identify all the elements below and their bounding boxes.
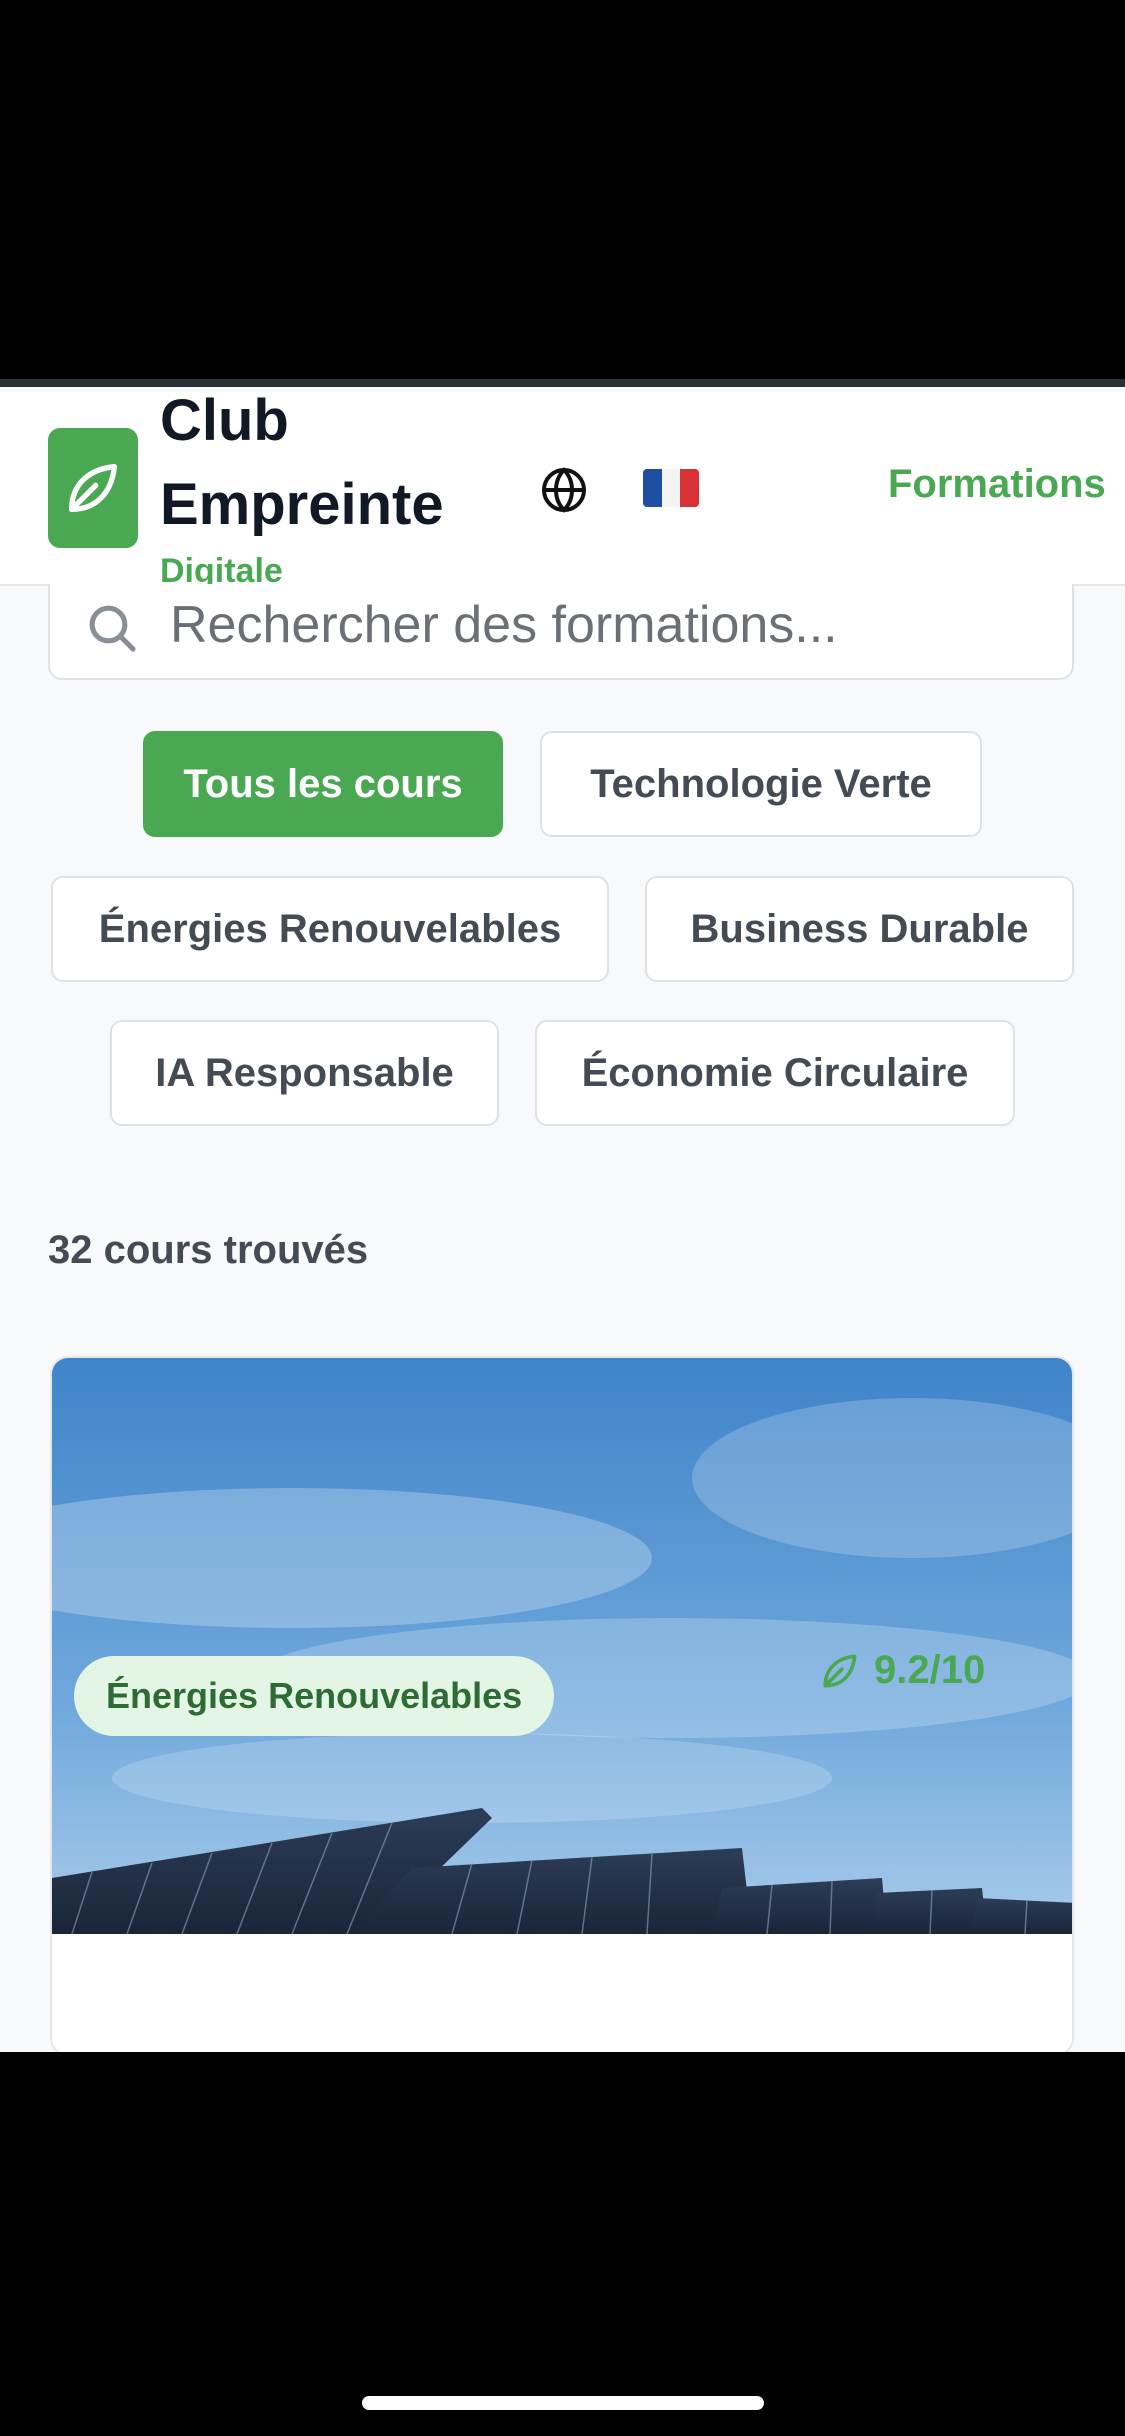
brand-name-line2: Empreinte xyxy=(160,472,444,537)
language-flag-fr[interactable] xyxy=(643,469,699,507)
search-input[interactable] xyxy=(170,590,1050,660)
filter-chip-responsible-ai[interactable]: IA Responsable xyxy=(110,1020,499,1126)
brand-name-line1: Club xyxy=(160,388,289,453)
score-value: 9.2/10 xyxy=(874,1648,986,1692)
logo[interactable] xyxy=(48,428,138,548)
filter-chip-all[interactable]: Tous les cours xyxy=(143,731,503,837)
nav-formations-link[interactable]: Formations xyxy=(888,462,1106,507)
course-image-solar-panels xyxy=(52,1358,1072,1934)
leaf-icon xyxy=(823,1654,857,1687)
results-count: 32 cours trouvés xyxy=(48,1228,369,1272)
filter-chip-business[interactable]: Business Durable xyxy=(645,876,1074,982)
filter-chip-green-tech[interactable]: Technologie Verte xyxy=(540,731,982,837)
bottom-bezel xyxy=(0,2052,1125,2436)
filter-chip-renewables[interactable]: Énergies Renouvelables xyxy=(51,876,609,982)
course-category-badge: Énergies Renouvelables xyxy=(74,1656,555,1736)
leaf-icon xyxy=(69,464,117,512)
course-eco-score: 9.2/10 xyxy=(818,1648,985,1693)
home-indicator[interactable] xyxy=(362,2396,764,2410)
globe-icon[interactable] xyxy=(540,466,588,514)
search-icon xyxy=(89,605,136,652)
filter-chip-circular-economy[interactable]: Économie Circulaire xyxy=(535,1020,1015,1126)
